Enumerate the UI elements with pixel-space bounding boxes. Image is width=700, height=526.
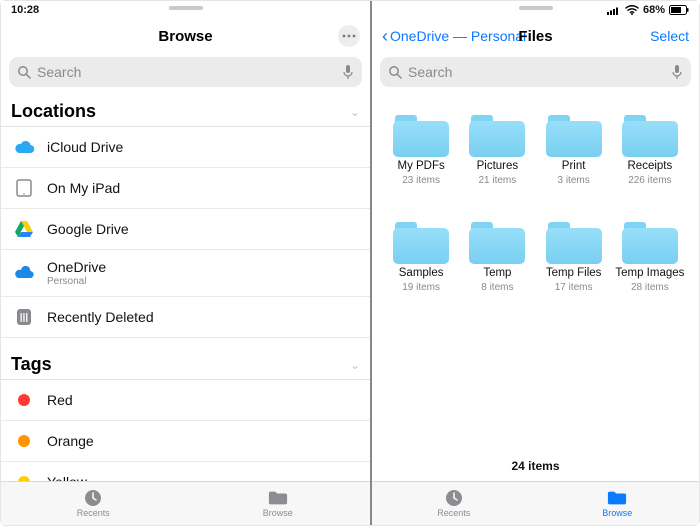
page-title: Files xyxy=(518,28,552,45)
location-icloud[interactable]: iCloud Drive xyxy=(1,127,370,168)
grab-handle[interactable] xyxy=(169,6,203,10)
folder-icon xyxy=(469,115,525,157)
battery-icon xyxy=(669,5,689,15)
trash-icon xyxy=(13,306,35,328)
folder-icon xyxy=(268,489,288,507)
battery-label: 68% xyxy=(643,4,665,16)
folder-item[interactable]: Pictures21 items xyxy=(462,115,532,186)
signal-icon xyxy=(607,6,621,15)
search-icon xyxy=(388,65,402,79)
tab-recents[interactable]: Recents xyxy=(1,482,186,525)
tab-recents[interactable]: Recents xyxy=(372,482,536,525)
tag-orange[interactable]: Orange xyxy=(1,421,370,462)
location-ipad[interactable]: On My iPad xyxy=(1,168,370,209)
section-locations[interactable]: Locations ⌄ xyxy=(1,95,370,127)
chevron-down-icon: ⌄ xyxy=(350,105,360,119)
icloud-icon xyxy=(13,136,35,158)
back-button[interactable]: ‹ OneDrive — Personal xyxy=(382,27,526,45)
right-pane: 68% ‹ OneDrive — Personal Files Select M… xyxy=(371,1,699,525)
item-summary: 24 items xyxy=(372,447,699,481)
mic-icon[interactable] xyxy=(671,64,683,80)
search-icon xyxy=(17,65,31,79)
search-bar[interactable] xyxy=(380,57,691,87)
folder-icon xyxy=(622,222,678,264)
tag-dot-icon xyxy=(18,394,30,406)
status-bar-right: 68% xyxy=(372,1,699,19)
folder-item[interactable]: Temp8 items xyxy=(462,222,532,293)
location-onedrive[interactable]: OneDrivePersonal xyxy=(1,250,370,297)
more-button[interactable] xyxy=(338,25,360,47)
folder-item[interactable]: Print3 items xyxy=(539,115,609,186)
ipad-icon xyxy=(13,177,35,199)
left-header: Browse xyxy=(1,19,370,53)
folder-icon xyxy=(546,222,602,264)
location-googledrive[interactable]: Google Drive xyxy=(1,209,370,250)
location-recentlydeleted[interactable]: Recently Deleted xyxy=(1,297,370,338)
search-bar[interactable] xyxy=(9,57,362,87)
tab-browse[interactable]: Browse xyxy=(536,482,700,525)
tag-dot-icon xyxy=(18,435,30,447)
page-title: Browse xyxy=(158,28,212,45)
right-tabbar: Recents Browse xyxy=(372,481,699,525)
folder-icon xyxy=(622,115,678,157)
status-time: 10:28 xyxy=(11,4,39,16)
onedrive-icon xyxy=(13,262,35,284)
right-header: ‹ OneDrive — Personal Files Select xyxy=(372,19,699,53)
tag-red[interactable]: Red xyxy=(1,380,370,421)
mic-icon[interactable] xyxy=(342,64,354,80)
folder-icon xyxy=(546,115,602,157)
search-input[interactable] xyxy=(37,64,336,80)
folder-icon xyxy=(393,222,449,264)
section-tags[interactable]: Tags ⌄ xyxy=(1,348,370,380)
folder-item[interactable]: Temp Images28 items xyxy=(615,222,685,293)
tab-browse[interactable]: Browse xyxy=(186,482,371,525)
left-tabbar: Recents Browse xyxy=(1,481,370,525)
folder-icon xyxy=(469,222,525,264)
ellipsis-icon xyxy=(342,34,356,38)
left-list: Locations ⌄ iCloud Drive On My iPad Goog… xyxy=(1,95,370,481)
left-pane: 10:28 Browse Locations ⌄ xyxy=(1,1,371,525)
clock-icon xyxy=(83,489,103,507)
wifi-icon xyxy=(625,5,639,15)
chevron-down-icon: ⌄ xyxy=(350,358,360,372)
folder-item[interactable]: Temp Files17 items xyxy=(539,222,609,293)
status-bar-left: 10:28 xyxy=(1,1,370,19)
folder-item[interactable]: My PDFs23 items xyxy=(386,115,456,186)
folder-icon xyxy=(393,115,449,157)
grab-handle[interactable] xyxy=(519,6,553,10)
googledrive-icon xyxy=(13,218,35,240)
clock-icon xyxy=(444,489,464,507)
search-input[interactable] xyxy=(408,64,665,80)
select-button[interactable]: Select xyxy=(650,28,689,44)
folder-item[interactable]: Samples19 items xyxy=(386,222,456,293)
folder-grid: My PDFs23 items Pictures21 items Print3 … xyxy=(372,95,699,447)
tag-yellow[interactable]: Yellow xyxy=(1,462,370,481)
chevron-left-icon: ‹ xyxy=(382,27,388,45)
folder-item[interactable]: Receipts226 items xyxy=(615,115,685,186)
folder-icon xyxy=(607,489,627,507)
